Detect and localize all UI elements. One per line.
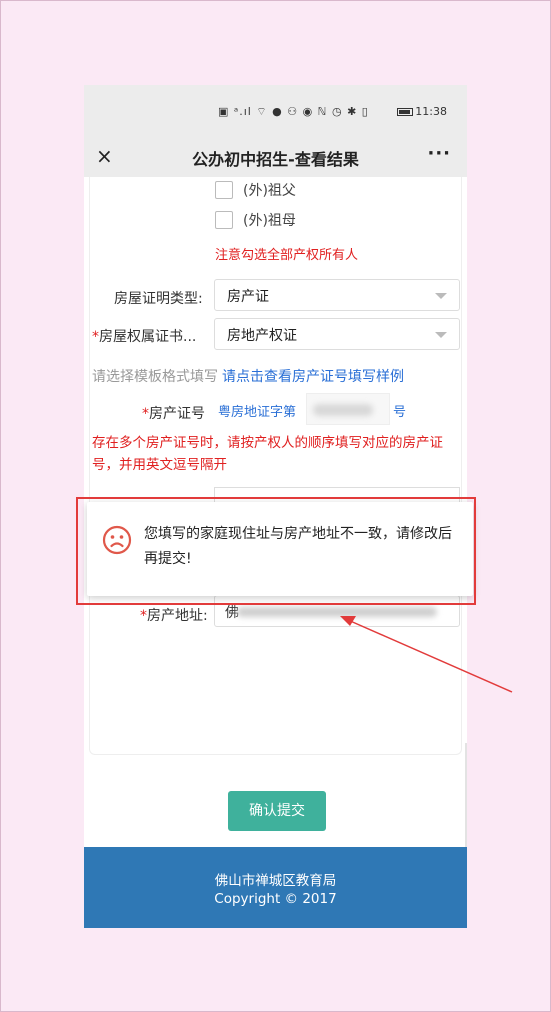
redacted-text [237,607,437,617]
ownership-select[interactable]: 房地产权证 [214,318,460,350]
address-input[interactable]: 佛 [214,595,460,627]
toast-message: 您填写的家庭现住址与房产地址不一致，请修改后再提交! [144,526,452,567]
ownership-value: 房地产权证 [227,328,297,344]
sad-face-icon [102,525,132,555]
multi-cert-warning: 存在多个房产证号时，请按产权人的顺序填写对应的房产证号，并用英文逗号隔开 [92,435,443,473]
proof-type-value: 房产证 [227,289,269,305]
cert-prefix: 粤房地证字第 [218,405,297,420]
more-options-icon[interactable]: ··· [427,143,451,164]
template-hint-text: 请选择模板格式填写 [92,369,218,385]
footer: 佛山市禅城区教育局 Copyright © 2017 [84,847,467,928]
page-title: 公办初中招生-查看结果 [192,150,359,169]
redacted-text [313,404,373,416]
cert-no-label: *房产证号 [142,406,205,422]
cert-no-input[interactable] [306,393,390,425]
checkbox-label: (外)祖父 [243,183,296,199]
error-toast: 您填写的家庭现住址与房产地址不一致，请修改后再提交! [87,502,473,596]
template-hint: 请选择模板格式填写 请点击查看房产证号填写样例 [92,366,404,386]
owner-option-grandfather[interactable]: (外)祖父 [215,180,296,200]
chevron-down-icon [435,332,447,338]
owners-note: 注意勾选全部产权所有人 [215,248,359,263]
footer-org: 佛山市禅城区教育局 [214,873,337,889]
address-label: *房产地址: [140,608,208,624]
proof-type-select[interactable]: 房产证 [214,279,460,311]
status-icons: ▣ ᵃ.ıl ⌔ ● ⚇ ◉ ℕ ◷ ✱ ▯ [218,105,369,118]
title-bar: × 公办初中招生-查看结果 ··· [84,137,467,177]
chevron-down-icon [435,293,447,299]
status-time: 11:38 [397,105,447,118]
checkbox-label: (外)祖母 [243,213,296,229]
checkbox-grandmother[interactable] [215,211,233,229]
battery-icon [397,108,414,116]
cert-suffix: 号 [393,405,407,420]
checkbox-grandfather[interactable] [215,181,233,199]
footer-copyright: Copyright © 2017 [214,891,337,907]
owner-option-grandmother[interactable]: (外)祖母 [215,210,296,230]
ownership-label: *房屋权属证书... [92,329,197,345]
sample-link[interactable]: 请点击查看房产证号填写样例 [222,369,404,385]
status-bar: ▣ ᵃ.ıl ⌔ ● ⚇ ◉ ℕ ◷ ✱ ▯ 11:38 [84,85,467,137]
proof-type-label: 房屋证明类型: [114,291,203,307]
submit-button[interactable]: 确认提交 [228,791,326,831]
